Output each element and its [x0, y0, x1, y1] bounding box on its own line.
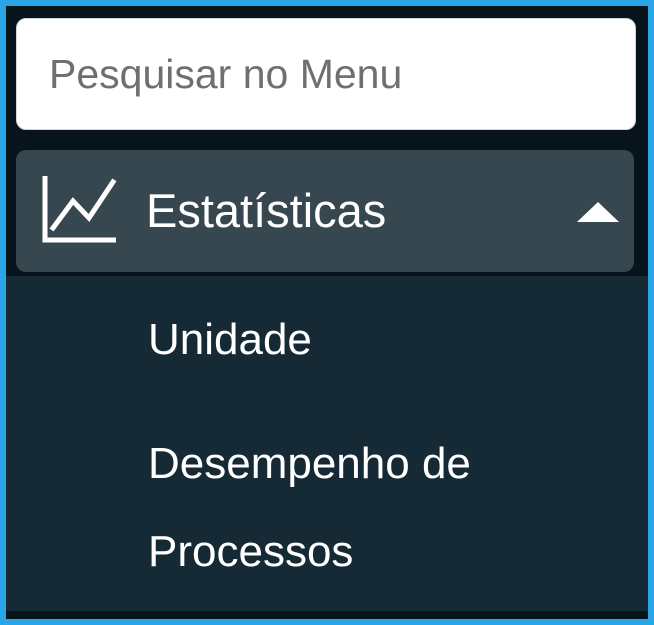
submenu-list: Unidade Desempenho de Processos	[6, 276, 648, 619]
submenu-item-desempenho-de-processos[interactable]: Desempenho de Processos	[148, 420, 618, 596]
submenu-item-unidade[interactable]: Unidade	[148, 300, 618, 380]
sidebar-menu-panel: Estatísticas Unidade Desempenho de Proce…	[0, 0, 654, 625]
caret-up-icon[interactable]	[577, 202, 619, 222]
menu-search-input[interactable]	[16, 18, 636, 130]
menu-section-title: Estatísticas	[146, 184, 387, 237]
menu-section-estatisticas[interactable]: Estatísticas	[16, 150, 634, 272]
line-chart-icon	[42, 174, 118, 244]
sidebar-bottom-strip	[6, 611, 648, 619]
